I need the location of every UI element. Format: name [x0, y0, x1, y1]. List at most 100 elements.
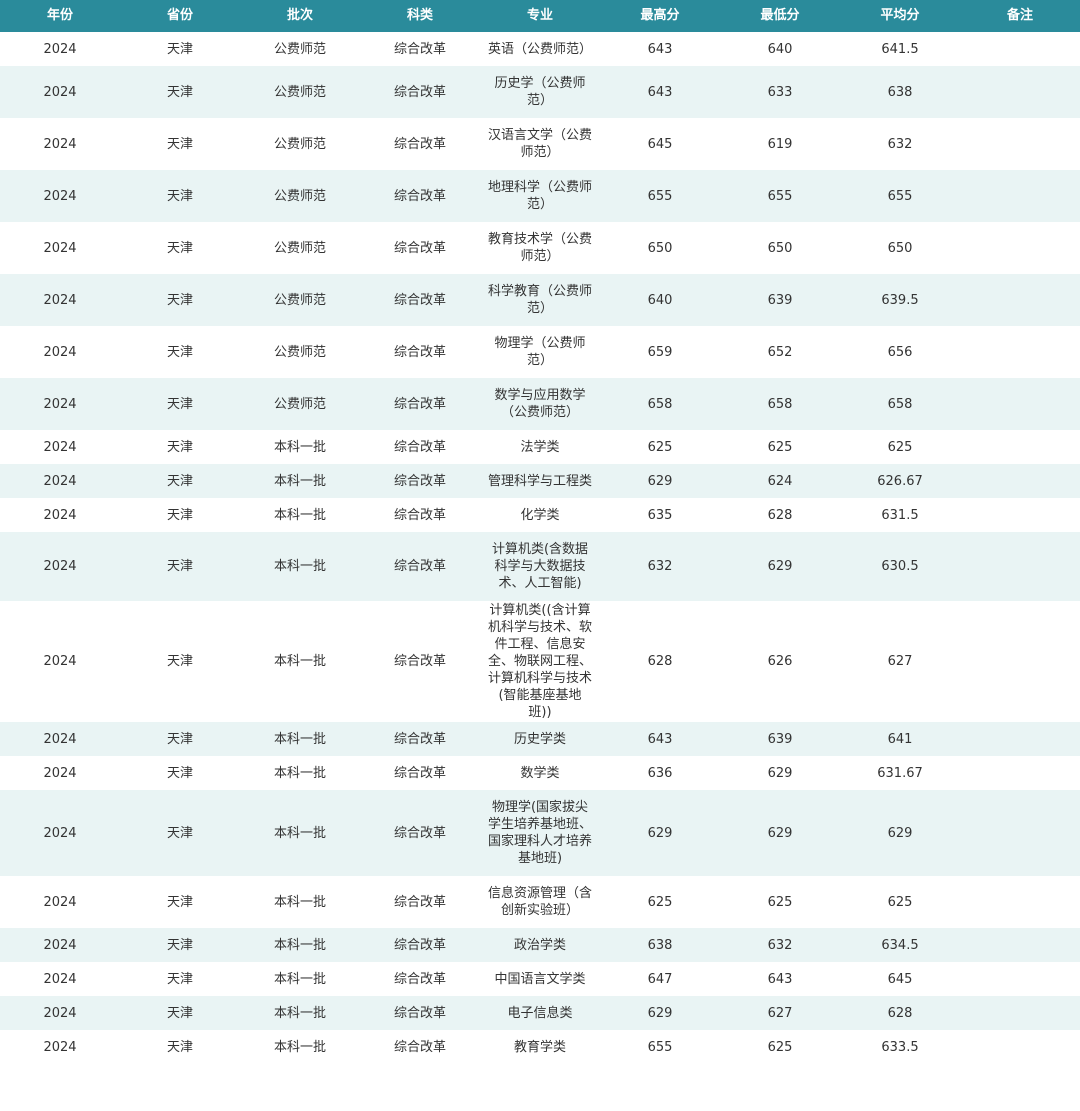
cell-province: 天津 — [120, 962, 240, 996]
cell-type: 综合改革 — [360, 274, 480, 326]
table-row: 2024 天津 本科一批 综合改革 中国语言文学类 647 643 645 — [0, 962, 1080, 996]
cell-max-score: 647 — [600, 962, 720, 996]
cell-province: 天津 — [120, 464, 240, 498]
cell-avg-score: 641.5 — [840, 32, 960, 66]
cell-province: 天津 — [120, 722, 240, 756]
table-row: 2024 天津 公费师范 综合改革 历史学（公费师范） 643 633 638 — [0, 66, 1080, 118]
cell-batch: 本科一批 — [240, 962, 360, 996]
cell-type: 综合改革 — [360, 32, 480, 66]
cell-min-score: 625 — [720, 1030, 840, 1064]
cell-province: 天津 — [120, 790, 240, 876]
cell-batch: 公费师范 — [240, 378, 360, 430]
table-row: 2024 天津 本科一批 综合改革 计算机类(含数据科学与大数据技术、人工智能) 632 6… — [0, 532, 1080, 601]
cell-major: 物理学（公费师范） — [480, 326, 600, 378]
cell-batch: 公费师范 — [240, 274, 360, 326]
header-type: 科类 — [360, 0, 480, 32]
table-row: 2024 天津 公费师范 综合改革 教育技术学（公费师范） 650 650 650 — [0, 222, 1080, 274]
table-row: 2024 天津 本科一批 综合改革 历史学类 643 639 641 — [0, 722, 1080, 756]
cell-type: 综合改革 — [360, 1030, 480, 1064]
cell-batch: 本科一批 — [240, 876, 360, 928]
admission-score-table: 年份 省份 批次 科类 专业 最高分 最低分 平均分 备注 2024 天津 公费师范… — [0, 0, 1080, 1064]
cell-province: 天津 — [120, 32, 240, 66]
cell-year: 2024 — [0, 756, 120, 790]
cell-note — [960, 876, 1080, 928]
cell-avg-score: 625 — [840, 430, 960, 464]
cell-avg-score: 645 — [840, 962, 960, 996]
cell-year: 2024 — [0, 996, 120, 1030]
cell-type: 综合改革 — [360, 498, 480, 532]
cell-year: 2024 — [0, 326, 120, 378]
cell-batch: 本科一批 — [240, 790, 360, 876]
cell-min-score: 629 — [720, 790, 840, 876]
cell-max-score: 658 — [600, 378, 720, 430]
cell-province: 天津 — [120, 274, 240, 326]
cell-avg-score: 631.67 — [840, 756, 960, 790]
cell-max-score: 635 — [600, 498, 720, 532]
cell-province: 天津 — [120, 1030, 240, 1064]
cell-max-score: 625 — [600, 876, 720, 928]
cell-note — [960, 962, 1080, 996]
table-body: 2024 天津 公费师范 综合改革 英语（公费师范） 643 640 641.5 2024 天津公… — [0, 32, 1080, 1064]
cell-avg-score: 655 — [840, 170, 960, 222]
cell-year: 2024 — [0, 378, 120, 430]
cell-note — [960, 498, 1080, 532]
table-row: 2024 天津 本科一批 综合改革 教育学类 655 625 633.5 — [0, 1030, 1080, 1064]
cell-avg-score: 629 — [840, 790, 960, 876]
cell-type: 综合改革 — [360, 464, 480, 498]
cell-avg-score: 641 — [840, 722, 960, 756]
cell-batch: 本科一批 — [240, 756, 360, 790]
cell-note — [960, 378, 1080, 430]
cell-batch: 本科一批 — [240, 498, 360, 532]
cell-year: 2024 — [0, 928, 120, 962]
cell-avg-score: 650 — [840, 222, 960, 274]
cell-major: 电子信息类 — [480, 996, 600, 1030]
cell-year: 2024 — [0, 66, 120, 118]
cell-major: 管理科学与工程类 — [480, 464, 600, 498]
cell-province: 天津 — [120, 996, 240, 1030]
cell-max-score: 629 — [600, 996, 720, 1030]
header-batch: 批次 — [240, 0, 360, 32]
cell-max-score: 643 — [600, 32, 720, 66]
cell-major: 计算机类((含计算机科学与技术、软件工程、信息安全、物联网工程、计算机科学与技术… — [480, 601, 600, 722]
cell-min-score: 639 — [720, 722, 840, 756]
cell-max-score: 628 — [600, 601, 720, 722]
cell-max-score: 640 — [600, 274, 720, 326]
cell-note — [960, 464, 1080, 498]
cell-major: 科学教育（公费师范） — [480, 274, 600, 326]
cell-major: 英语（公费师范） — [480, 32, 600, 66]
cell-year: 2024 — [0, 170, 120, 222]
cell-major: 汉语言文学（公费师范） — [480, 118, 600, 170]
cell-batch: 本科一批 — [240, 601, 360, 722]
cell-note — [960, 790, 1080, 876]
cell-major: 数学与应用数学（公费师范） — [480, 378, 600, 430]
cell-avg-score: 628 — [840, 996, 960, 1030]
cell-note — [960, 170, 1080, 222]
cell-type: 综合改革 — [360, 722, 480, 756]
table-row: 2024 天津 公费师范 综合改革 英语（公费师范） 643 640 641.5 — [0, 32, 1080, 66]
table-row: 2024 天津 公费师范 综合改革 数学与应用数学（公费师范） 658 658 658 — [0, 378, 1080, 430]
cell-batch: 本科一批 — [240, 532, 360, 601]
cell-min-score: 633 — [720, 66, 840, 118]
cell-avg-score: 631.5 — [840, 498, 960, 532]
cell-batch: 本科一批 — [240, 430, 360, 464]
cell-batch: 公费师范 — [240, 170, 360, 222]
cell-year: 2024 — [0, 532, 120, 601]
cell-major: 法学类 — [480, 430, 600, 464]
cell-major: 教育技术学（公费师范） — [480, 222, 600, 274]
cell-avg-score: 633.5 — [840, 1030, 960, 1064]
cell-year: 2024 — [0, 790, 120, 876]
cell-max-score: 650 — [600, 222, 720, 274]
cell-batch: 本科一批 — [240, 722, 360, 756]
table-row: 2024 天津 公费师范 综合改革 物理学（公费师范） 659 652 656 — [0, 326, 1080, 378]
cell-max-score: 655 — [600, 1030, 720, 1064]
cell-avg-score: 626.67 — [840, 464, 960, 498]
header-min-score: 最低分 — [720, 0, 840, 32]
header-row: 年份 省份 批次 科类 专业 最高分 最低分 平均分 备注 — [0, 0, 1080, 32]
cell-note — [960, 66, 1080, 118]
cell-note — [960, 326, 1080, 378]
cell-max-score: 655 — [600, 170, 720, 222]
cell-min-score: 639 — [720, 274, 840, 326]
cell-province: 天津 — [120, 601, 240, 722]
cell-max-score: 643 — [600, 722, 720, 756]
cell-min-score: 627 — [720, 996, 840, 1030]
